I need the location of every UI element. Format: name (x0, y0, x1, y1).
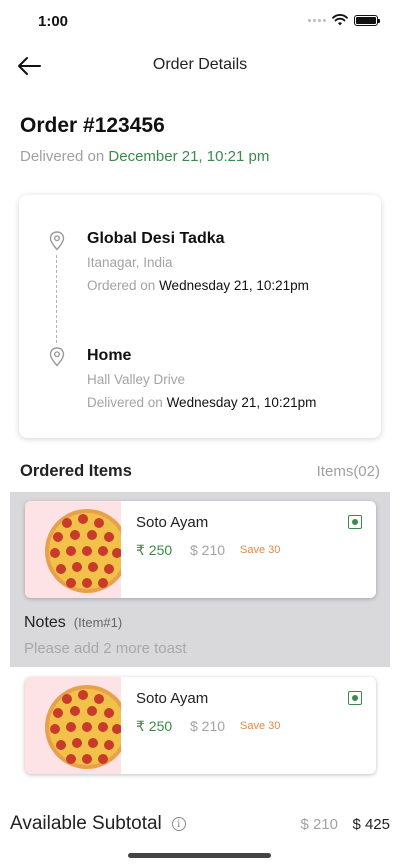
veg-mark-icon (348, 515, 362, 529)
destination-location: Hall Valley Drive (87, 372, 186, 387)
status-time: 1:00 (38, 13, 69, 30)
item-price: ₹ 250 (136, 542, 173, 558)
nav-bar: Order Details (0, 44, 400, 88)
location-pin-icon (49, 347, 65, 367)
page-title: Order Details (152, 56, 248, 73)
notes-item-ref: (Item#1) (73, 615, 123, 630)
status-icons (308, 14, 380, 26)
home-indicator[interactable] (128, 853, 271, 858)
subtotal-row: Available Subtotal i (10, 813, 186, 835)
order-number: Order #123456 (20, 114, 165, 137)
delivered-time-value: Wednesday 21, 10:21pm (166, 395, 317, 410)
item-price: ₹ 250 (136, 718, 173, 734)
item-name: Soto Ayam (136, 690, 209, 707)
notes-label: Notes (24, 614, 66, 631)
delivered-date: December 21, 10:21 pm (108, 148, 270, 165)
subtotal-old-price: $ 210 (300, 816, 338, 833)
pizza-image (25, 677, 121, 774)
notes-heading: Notes (Item#1) (24, 614, 122, 632)
veg-mark-icon (348, 691, 362, 705)
info-icon[interactable]: i (171, 817, 186, 831)
route-card: Global Desi Tadka Itanagar, India Ordere… (19, 195, 381, 438)
status-bar: 1:00 (0, 0, 400, 44)
ordered-time-value: Wednesday 21, 10:21pm (159, 278, 309, 293)
wifi-icon (332, 14, 348, 26)
pizza-image (25, 501, 121, 598)
delivered-status: Delivered on December 21, 10:21 pm (20, 148, 269, 165)
order-item-card[interactable]: Soto Ayam ₹ 250 $ 210 Save 30 (25, 677, 376, 774)
origin-location: Itanagar, India (87, 255, 173, 270)
cellular-signal-icon (308, 18, 326, 22)
origin-name: Global Desi Tadka (87, 230, 225, 247)
delivered-time: Delivered on Wednesday 21, 10:21pm (87, 395, 316, 410)
battery-icon (354, 14, 380, 26)
notes-text: Please add 2 more toast (24, 640, 187, 657)
ordered-items-heading: Ordered Items (20, 462, 132, 480)
item-save-badge: Save 30 (240, 720, 281, 732)
destination-name: Home (87, 347, 132, 364)
origin-info: Global Desi Tadka Itanagar, India Ordere… (87, 230, 309, 293)
order-item-card[interactable]: Soto Ayam ₹ 250 $ 210 Save 30 (25, 501, 376, 598)
delivered-time-prefix: Delivered on (87, 395, 163, 410)
item-save-badge: Save 30 (240, 544, 281, 556)
destination-info: Home Hall Valley Drive Delivered on Wedn… (87, 347, 316, 410)
subtotal-label: Available Subtotal (10, 813, 162, 834)
ordered-time: Ordered on Wednesday 21, 10:21pm (87, 278, 309, 293)
ordered-time-prefix: Ordered on (87, 278, 156, 293)
item-old-price: $ 210 (190, 542, 226, 558)
delivered-prefix: Delivered on (20, 148, 105, 165)
subtotal-price: $ 425 (352, 816, 390, 833)
items-count: Items(02) (316, 463, 380, 480)
item-old-price: $ 210 (190, 718, 226, 734)
location-pin-icon (49, 231, 65, 251)
item-name: Soto Ayam (136, 514, 209, 531)
route-connector (56, 255, 57, 343)
